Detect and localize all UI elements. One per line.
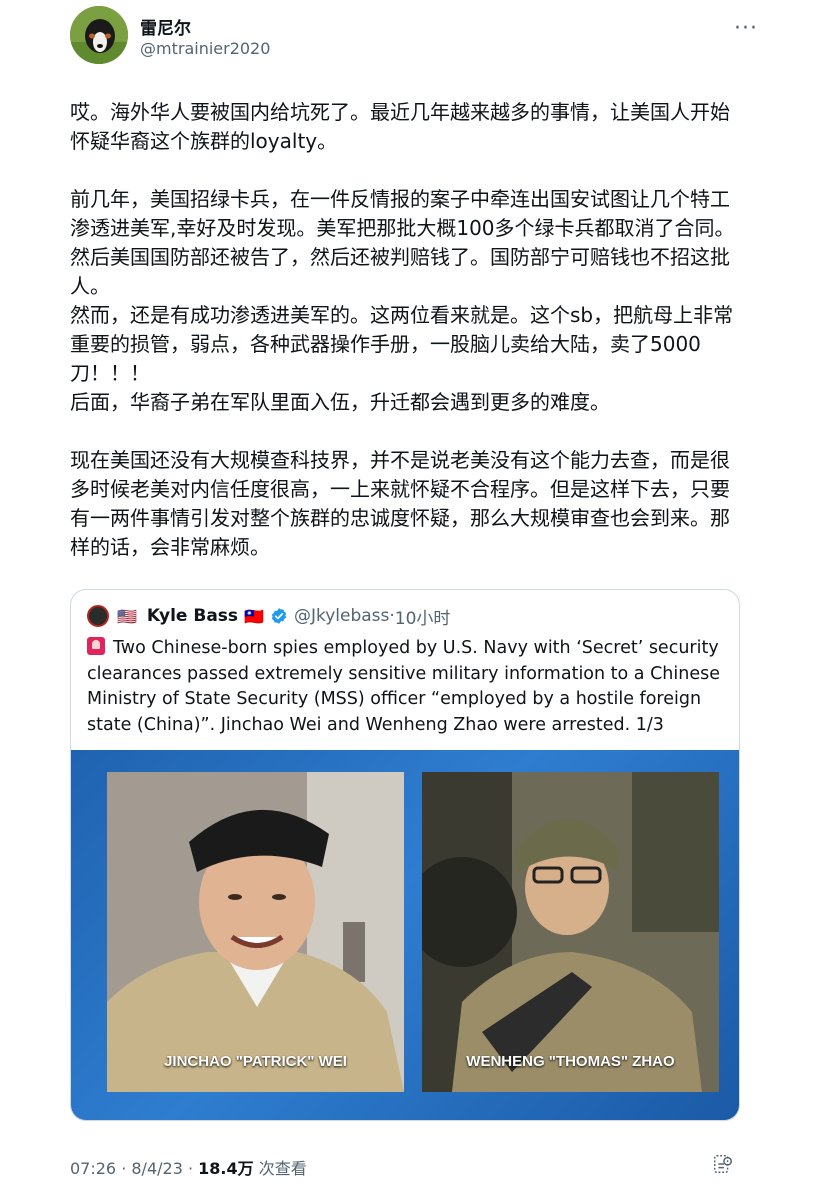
post-date[interactable]: 8/4/23	[131, 1159, 183, 1178]
view-count: 18.4万	[198, 1159, 254, 1178]
post-time[interactable]: 07:26	[70, 1159, 116, 1178]
soldier-portrait-image	[422, 772, 719, 1092]
verified-badge-icon	[271, 608, 287, 624]
quoted-author-avatar[interactable]	[87, 605, 109, 627]
body-paragraph-2: 前几年，美国招绿卡兵，在一件反情报的案子中牵连出国安试图让几个特工渗透进美军,幸…	[70, 187, 735, 298]
quoted-media-image[interactable]: JINCHAO "PATRICK" WEI WENHENG "THOMAS" Z…	[71, 750, 739, 1120]
sailor-portrait-image	[107, 772, 404, 1092]
quoted-text-content: Two Chinese-born spies employed by U.S. …	[87, 638, 720, 735]
quoted-tweet-header: 🇺🇸 Kyle Bass 🇹🇼 @Jkylebass · 10小时	[87, 604, 451, 629]
us-flag: 🇺🇸	[117, 606, 137, 626]
photo-left: JINCHAO "PATRICK" WEI	[107, 772, 404, 1092]
quoted-tweet[interactable]: 🇺🇸 Kyle Bass 🇹🇼 @Jkylebass · 10小时 Two Ch…	[70, 589, 740, 1121]
photo-right: WENHENG "THOMAS" ZHAO	[422, 772, 719, 1092]
quoted-author-name[interactable]: Kyle Bass	[147, 606, 238, 626]
body-paragraph-4: 后面，华裔子弟在军队里面入伍，升迁都会遇到更多的难度。	[70, 390, 610, 414]
author-handle[interactable]: @mtrainier2020	[140, 39, 270, 58]
analytics-icon[interactable]	[712, 1153, 734, 1175]
quoted-author-handle[interactable]: @Jkylebass	[294, 606, 389, 626]
view-label: 次查看	[253, 1159, 307, 1178]
tweet-header: 雷尼尔 @mtrainier2020 ···	[70, 6, 770, 68]
caption-right: WENHENG "THOMAS" ZHAO	[466, 1053, 675, 1070]
quoted-tweet-text: Two Chinese-born spies employed by U.S. …	[87, 636, 727, 738]
more-dots-icon[interactable]: ···	[734, 16, 758, 41]
caption-left: JINCHAO "PATRICK" WEI	[164, 1053, 347, 1070]
tweet-footer: 07:26 · 8/4/23 · 18.4万 次查看	[70, 1155, 735, 1179]
tw-flag: 🇹🇼	[244, 606, 264, 626]
body-paragraph-5: 现在美国还没有大规模查科技界，并不是说老美没有这个能力去查，而是很多时候老美对内…	[70, 448, 730, 559]
body-paragraph-1: 哎。海外华人要被国内给坑死了。最近几年越来越多的事情，让美国人开始怀疑华裔这个族…	[70, 100, 730, 153]
footer-dot-1: ·	[116, 1159, 132, 1178]
footer-dot-2: ·	[182, 1159, 199, 1178]
author-avatar[interactable]	[70, 6, 128, 64]
quoted-time[interactable]: 10小时	[395, 604, 451, 629]
body-paragraph-3: 然而，还是有成功渗透进美军的。这两位看来就是。这个sb，把航母上非常重要的损管，…	[70, 303, 734, 385]
tweet-body: 哎。海外华人要被国内给坑死了。最近几年越来越多的事情，让美国人开始怀疑华裔这个族…	[70, 98, 735, 562]
siren-icon	[87, 637, 105, 655]
dog-avatar-image	[70, 6, 128, 64]
author-name[interactable]: 雷尼尔	[140, 14, 191, 39]
